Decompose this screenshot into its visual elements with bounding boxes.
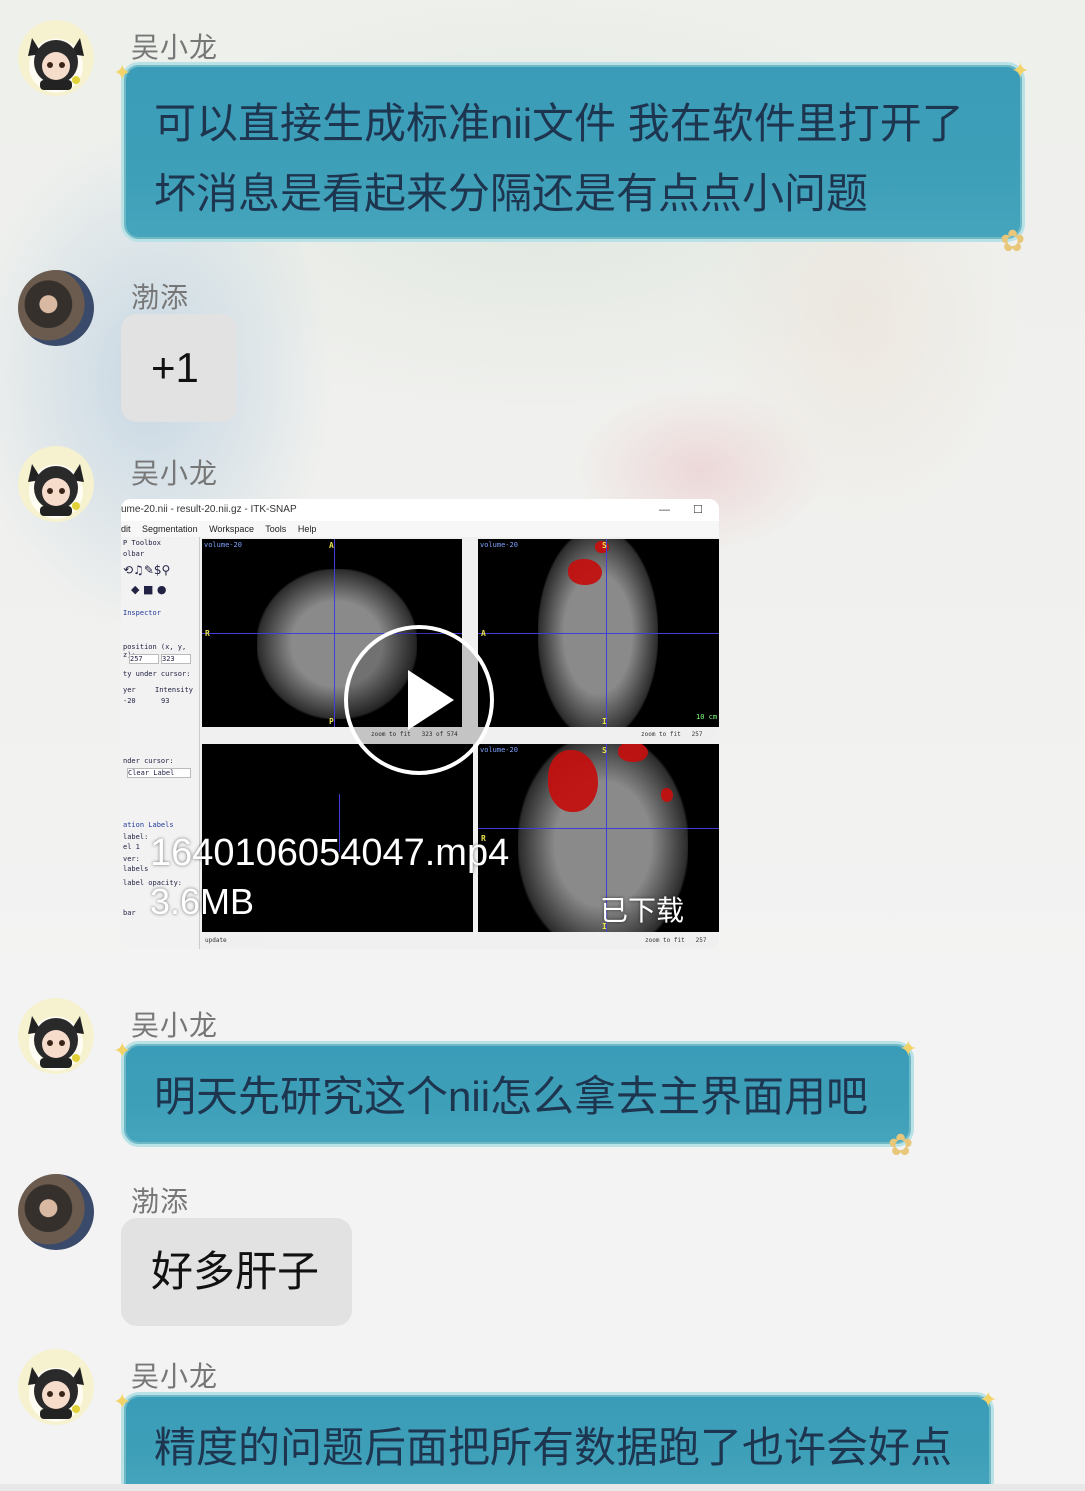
preview-minimize-icon: — [659, 504, 670, 516]
preview-pane-footer: update [205, 935, 265, 947]
sender-name: 吴小龙 [131, 32, 219, 63]
preview-side-text: ation Labels [123, 821, 174, 829]
message-bubble[interactable]: 好多肝子 [121, 1218, 352, 1326]
preview-tool-icons-2: ◆ ■ ● [131, 583, 167, 596]
cat-avatar-icon [28, 1367, 84, 1419]
preview-axis-letter: S [602, 746, 607, 755]
play-icon [408, 670, 454, 730]
message-line: 精度的问题后面把所有数据跑了也许会好点 [154, 1424, 953, 1471]
preview-side-text: labels [123, 865, 149, 873]
preview-side-text: el 1 [123, 843, 140, 851]
sender-name: 吴小龙 [131, 458, 219, 489]
preview-side-text: Clear Label [127, 768, 191, 778]
preview-side-text: ty under cursor: [123, 670, 191, 678]
preview-axis-letter: P [329, 717, 334, 726]
preview-side-text: 93 [161, 697, 170, 705]
chat-bottom-edge [0, 1484, 1085, 1491]
preview-side-text: P Toolbox [123, 539, 161, 547]
sender-name: 吴小龙 [131, 1361, 219, 1392]
preview-side-text: -20 [123, 697, 136, 705]
message-bubble[interactable]: 可以直接生成标准nii文件 我在软件里打开了 坏消息是看起来分隔还是有点点小问题 [121, 62, 1025, 242]
sender-name: 吴小龙 [131, 1010, 219, 1041]
cat-avatar-icon [28, 38, 84, 90]
message-line: 明天先研究这个nii怎么拿去主界面用吧 [154, 1073, 869, 1120]
preview-pane-footer: zoom to fit 257 [645, 935, 719, 947]
preview-side-text: 257 [129, 654, 159, 664]
sender-name: 渤添 [131, 282, 190, 313]
video-file-size: 3.6MB [150, 881, 255, 922]
sparkle-icon: ✦ [899, 1036, 918, 1061]
preview-menu-item: Help [297, 524, 317, 534]
message-line: 好多肝子 [151, 1248, 320, 1295]
message-bubble[interactable]: 明天先研究这个nii怎么拿去主界面用吧 [121, 1041, 914, 1147]
message-bubble[interactable]: +1 [121, 314, 237, 422]
preview-window-title-text: ume-20.nii - result-20.nii.gz - ITK-SNAP [121, 504, 297, 515]
sparkle-icon: ✦ [113, 1038, 132, 1063]
avatar-bo-tian[interactable] [18, 1174, 94, 1250]
preview-pane-footer: zoom to fit 257 [641, 729, 719, 741]
sparkle-icon: ✦ [1011, 58, 1030, 83]
avatar-bo-tian[interactable] [18, 270, 94, 346]
preview-side-text: ver: [123, 855, 140, 863]
play-button[interactable] [344, 625, 494, 775]
preview-side-text: Intensity [155, 686, 193, 694]
cat-avatar-icon [28, 1016, 84, 1068]
preview-side-text: Inspector [123, 609, 161, 617]
preview-menu-bar: dit Segmentation Workspace Tools Help [121, 521, 719, 537]
preview-pane-label: volume-20 [204, 541, 242, 549]
preview-menu-item: Segmentation [142, 524, 198, 534]
preview-footer-text: 257 [691, 731, 703, 738]
message-line: +1 [151, 344, 199, 391]
video-download-status: 已下载 [600, 895, 685, 926]
preview-side-text: bar [123, 909, 136, 917]
preview-axis-letter: A [329, 541, 334, 550]
sparkle-icon: ✦ [113, 60, 132, 85]
preview-pane-label: volume-20 [480, 746, 518, 754]
video-file-name: 1640106054047.mp4 [150, 832, 510, 874]
sparkle-icon: ✦ [113, 1389, 132, 1414]
preview-axis-letter: R [205, 629, 210, 638]
preview-maximize-icon: ☐ [693, 504, 703, 516]
preview-scale-label: 10 cm [696, 713, 718, 721]
preview-pane-label: volume-20 [480, 541, 518, 549]
message-bubble[interactable]: 精度的问题后面把所有数据跑了也许会好点 [121, 1392, 994, 1491]
preview-footer-text: zoom to fit [641, 731, 681, 738]
cat-avatar-icon [28, 464, 84, 516]
bubble-ornament-icon: ✿ [1000, 225, 1026, 258]
message-line: 坏消息是看起来分隔还是有点点小问题 [154, 170, 869, 217]
preview-menu-item: Workspace [209, 524, 254, 534]
preview-footer-text: update [205, 937, 227, 944]
preview-side-text: nder cursor: [123, 757, 174, 765]
preview-menu-item: Tools [265, 524, 287, 534]
sparkle-icon: ✦ [979, 1387, 998, 1412]
preview-footer-text: zoom to fit [645, 937, 685, 944]
preview-side-text: label: [123, 833, 149, 841]
avatar-wu-xiaolong[interactable] [18, 1349, 94, 1425]
preview-axis-letter: S [602, 541, 607, 550]
preview-window-title: ume-20.nii - result-20.nii.gz - ITK-SNAP… [121, 499, 719, 522]
preview-axis-letter: I [602, 717, 607, 726]
preview-tool-icons: ⟲♫✎$⚲ [123, 563, 171, 577]
bubble-ornament-icon: ✿ [888, 1129, 914, 1162]
preview-footer-text: 257 [695, 937, 707, 944]
preview-side-text: yer [123, 686, 136, 694]
message-line: 可以直接生成标准nii文件 我在软件里打开了 [154, 100, 964, 147]
preview-sagittal-pane: volume-20 S A I 10 cm [478, 539, 719, 727]
sender-name: 渤添 [131, 1186, 190, 1217]
avatar-wu-xiaolong[interactable] [18, 20, 94, 96]
preview-menu-item: dit [121, 524, 131, 534]
avatar-wu-xiaolong[interactable] [18, 998, 94, 1074]
preview-side-text: 323 [161, 654, 191, 664]
preview-side-text: olbar [123, 550, 145, 558]
preview-axis-letter: A [481, 629, 486, 638]
avatar-wu-xiaolong[interactable] [18, 446, 94, 522]
